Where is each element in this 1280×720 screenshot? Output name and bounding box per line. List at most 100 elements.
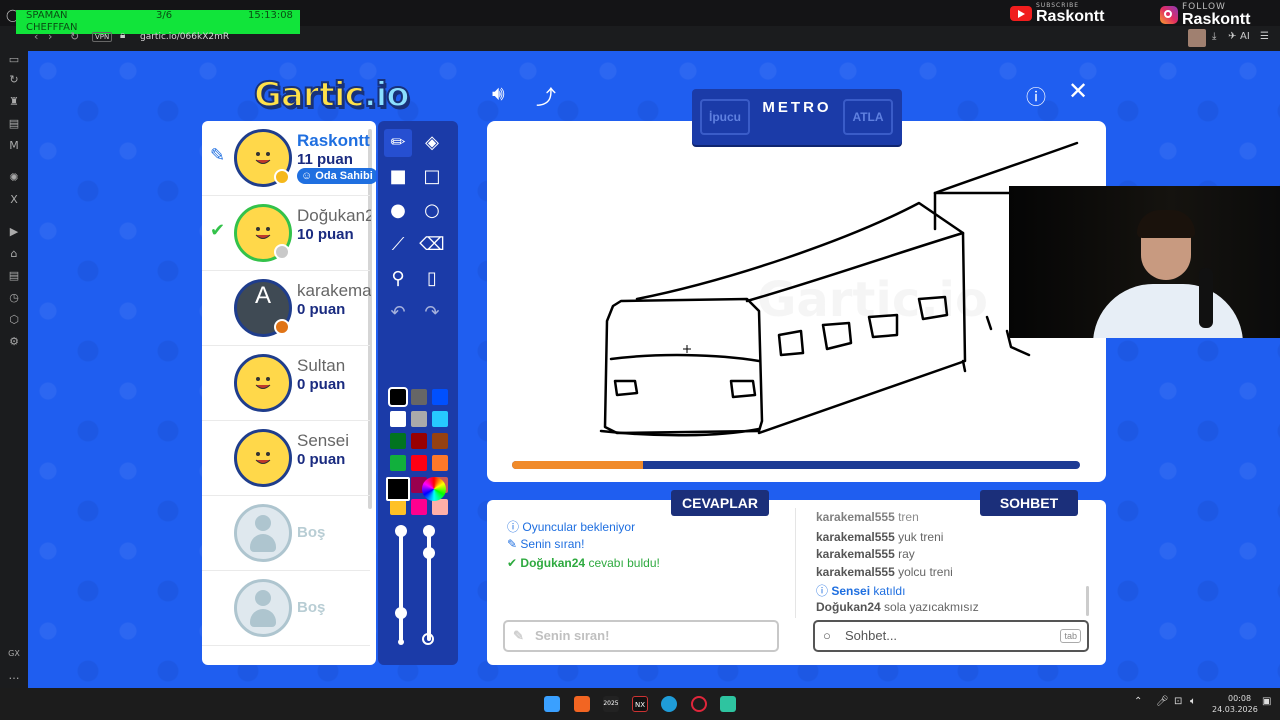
color-swatch[interactable]	[390, 433, 406, 449]
filled-rect-icon[interactable]: ■	[384, 163, 412, 191]
color-swatch[interactable]	[432, 433, 448, 449]
vpn-badge[interactable]: VPN	[92, 32, 113, 42]
sidebar-history-icon[interactable]: ↻	[7, 73, 21, 86]
player-row[interactable]: Akarakemal5550 puan	[202, 271, 371, 346]
opera-gx-icon[interactable]	[691, 696, 707, 712]
sidebar-news-icon[interactable]: ▤	[7, 117, 21, 130]
sidebar-bag-icon[interactable]: ♜	[7, 95, 21, 108]
sidebar-play-icon[interactable]: ▶	[7, 225, 21, 238]
download-icon[interactable]: ⤓	[1212, 31, 1216, 42]
mic-icon[interactable]: 🎤︎	[1156, 696, 1169, 707]
sidebar-more-icon[interactable]: …	[7, 669, 21, 682]
color-swatch[interactable]	[390, 499, 406, 515]
color-swatch[interactable]	[432, 499, 448, 515]
chat-text: yuk treni	[898, 529, 944, 544]
hint-button[interactable]: İpucu	[700, 99, 750, 135]
sidebar-pin-icon[interactable]: ⌂	[7, 247, 21, 260]
color-swatch[interactable]	[390, 455, 406, 471]
tray-arrow-icon[interactable]: ⌃	[1134, 696, 1142, 707]
sidebar-cube-icon[interactable]: ⬡	[7, 313, 21, 326]
profile-avatar[interactable]	[1188, 29, 1206, 47]
size-knob[interactable]	[395, 607, 407, 619]
clock-time[interactable]: 00:08	[1228, 694, 1251, 703]
answers-panel: ⓘ Oyuncular bekleniyor ✎ Senin sıran! ✔ Do…	[487, 500, 787, 665]
opacity-knob[interactable]	[423, 547, 435, 559]
reload-icon[interactable]: ↻	[70, 30, 79, 43]
share-icon[interactable]: ⤴	[536, 81, 556, 110]
filled-circle-icon[interactable]: ●	[384, 197, 412, 225]
ai-label[interactable]: AI	[1240, 31, 1250, 42]
sidebar-gx-label[interactable]: GX	[7, 649, 21, 658]
edge-icon[interactable]	[661, 696, 677, 712]
color-swatch[interactable]	[411, 499, 427, 515]
tab-title: SPAMAN	[26, 10, 68, 21]
color-swatch[interactable]	[432, 389, 448, 405]
aria-icon[interactable]: ✈	[1228, 31, 1236, 42]
color-swatch[interactable]	[411, 433, 427, 449]
pencil-tool-icon[interactable]: ✏	[384, 129, 412, 157]
info-icon[interactable]: ⓘ	[1026, 81, 1046, 110]
chat-tab[interactable]: SOHBET	[980, 490, 1078, 516]
word-hint-bar: İpucu METRO ATLA	[692, 89, 902, 145]
brush-size-slider[interactable]	[399, 531, 403, 641]
network-icon[interactable]: ⊡	[1174, 696, 1182, 707]
rect-outline-icon[interactable]: □	[418, 163, 446, 191]
chat-scrollbar[interactable]	[1086, 586, 1089, 616]
color-swatch[interactable]	[432, 455, 448, 471]
sidebar-chatgpt-icon[interactable]: ✺	[7, 171, 21, 184]
color-swatch[interactable]	[411, 389, 427, 405]
answer-input[interactable]: ✎ Senin sıran!	[503, 620, 779, 652]
skip-button[interactable]: ATLA	[843, 99, 893, 135]
sidebar-settings-icon[interactable]: ⚙	[7, 335, 21, 348]
notification-icon[interactable]: ▣	[1262, 696, 1271, 707]
opacity-knob-top[interactable]	[423, 525, 435, 537]
app-nx-icon[interactable]: NX	[632, 696, 648, 712]
color-swatch[interactable]	[432, 411, 448, 427]
eyedropper-icon[interactable]: ⚲	[384, 265, 412, 293]
sidebar-tabs-icon[interactable]: ▤	[7, 269, 21, 282]
close-icon[interactable]: ✕	[1068, 77, 1088, 105]
color-swatch[interactable]	[411, 411, 427, 427]
back-icon[interactable]: ‹	[34, 30, 38, 43]
color-wheel-icon[interactable]	[422, 477, 446, 501]
line-tool-icon[interactable]: ⟋	[384, 231, 412, 259]
player-name: Sensei	[297, 431, 349, 450]
eraser-icon[interactable]: ⌫	[418, 231, 446, 259]
clock-date[interactable]: 24.03.2026	[1212, 705, 1258, 714]
color-swatch[interactable]	[388, 387, 408, 407]
sidebar-clock-icon[interactable]: ◷	[7, 291, 21, 304]
new-page-icon[interactable]: ▯	[418, 265, 446, 293]
forward-icon[interactable]: ›	[48, 30, 52, 43]
redo-icon[interactable]: ↷	[418, 299, 446, 327]
color-swatch[interactable]	[411, 455, 427, 471]
sound-icon[interactable]: 🔊︎	[492, 81, 505, 105]
chat-input[interactable]: ○ Sohbet... tab	[813, 620, 1089, 652]
cursor-crosshair-icon	[683, 345, 691, 353]
player-row[interactable]: Boş	[202, 571, 370, 646]
size-knob-top[interactable]	[395, 525, 407, 537]
player-row[interactable]: Boş	[202, 496, 370, 571]
volume-icon[interactable]: 🔈︎	[1190, 696, 1196, 707]
player-row[interactable]: Sensei 0 puan	[202, 421, 370, 496]
player-row[interactable]: Sultan 0 puan	[202, 346, 370, 421]
answers-tab[interactable]: CEVAPLAR	[671, 490, 769, 516]
sidebar-x-icon[interactable]: X	[7, 193, 21, 206]
menu-icon[interactable]: ☰	[1260, 31, 1269, 42]
address-bar[interactable]: ‹ › ↻ VPN 🔒︎ gartic.io/066kX2mR	[28, 30, 388, 46]
sidebar-mail-icon[interactable]: M	[7, 139, 21, 152]
player-row[interactable]: ✎ Raskontt 11 puan ☺ Oda Sahibi	[202, 121, 376, 196]
color-swatch[interactable]	[390, 411, 406, 427]
app-green-icon[interactable]	[720, 696, 736, 712]
chat-text: sola yazıcakmısız	[884, 599, 979, 614]
start-icon[interactable]	[544, 696, 560, 712]
undo-icon[interactable]: ↶	[384, 299, 412, 327]
url-text[interactable]: gartic.io/066kX2mR	[140, 32, 229, 42]
fill-bucket-icon[interactable]: ◈	[418, 129, 446, 157]
player-row[interactable]: ✔ Doğukan2410 puan	[202, 196, 371, 271]
message-icon: ✎	[507, 537, 518, 551]
circle-outline-icon[interactable]: ○	[418, 197, 446, 225]
chat-user: karakemal555	[816, 510, 895, 524]
sidebar-player-icon[interactable]: ▭	[7, 53, 21, 66]
app-2025-icon[interactable]: 2025	[603, 696, 619, 712]
app-orange-icon[interactable]	[574, 696, 590, 712]
